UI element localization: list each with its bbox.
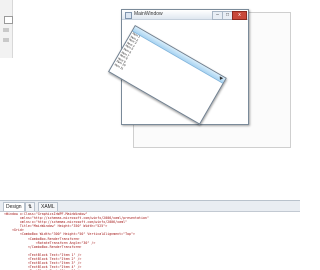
close-button[interactable]: x	[232, 11, 247, 20]
window-client-area: Item 1 Item 2 Item 3 Item 4 Item 5 Item 6 Item…	[108, 20, 245, 125]
toolbox-toggle[interactable]	[4, 16, 13, 24]
editor-tab-strip: Design ⇅ XAML	[0, 201, 300, 212]
tab-design[interactable]: Design	[3, 202, 25, 211]
wpf-window: MainWindow – □ x Item 1 Item 2 Item 3 Item …	[108, 9, 249, 125]
window-app-icon	[125, 12, 132, 19]
xaml-editor-pane: Design ⇅ XAML <Window x:Class="GraphicsI…	[0, 200, 300, 270]
xaml-code[interactable]: <Window x:Class="GraphicsInWPF.MainWindo…	[0, 212, 304, 270]
toolbox-mark	[3, 28, 9, 32]
window-title: MainWindow	[134, 11, 163, 17]
toolbox-strip	[0, 0, 13, 58]
rotated-combobox[interactable]: Item 1 Item 2 Item 3 Item 4 Item 5 Item 6 Item…	[108, 25, 227, 125]
designer-surface: MainWindow – □ x Item 1 Item 2 Item 3 Item …	[0, 0, 300, 200]
tab-xaml[interactable]: XAML	[38, 202, 58, 211]
toolbox-mark	[3, 38, 9, 42]
window-titlebar[interactable]: MainWindow – □ x	[122, 10, 248, 20]
swap-panes-icon[interactable]: ⇅	[25, 202, 36, 211]
